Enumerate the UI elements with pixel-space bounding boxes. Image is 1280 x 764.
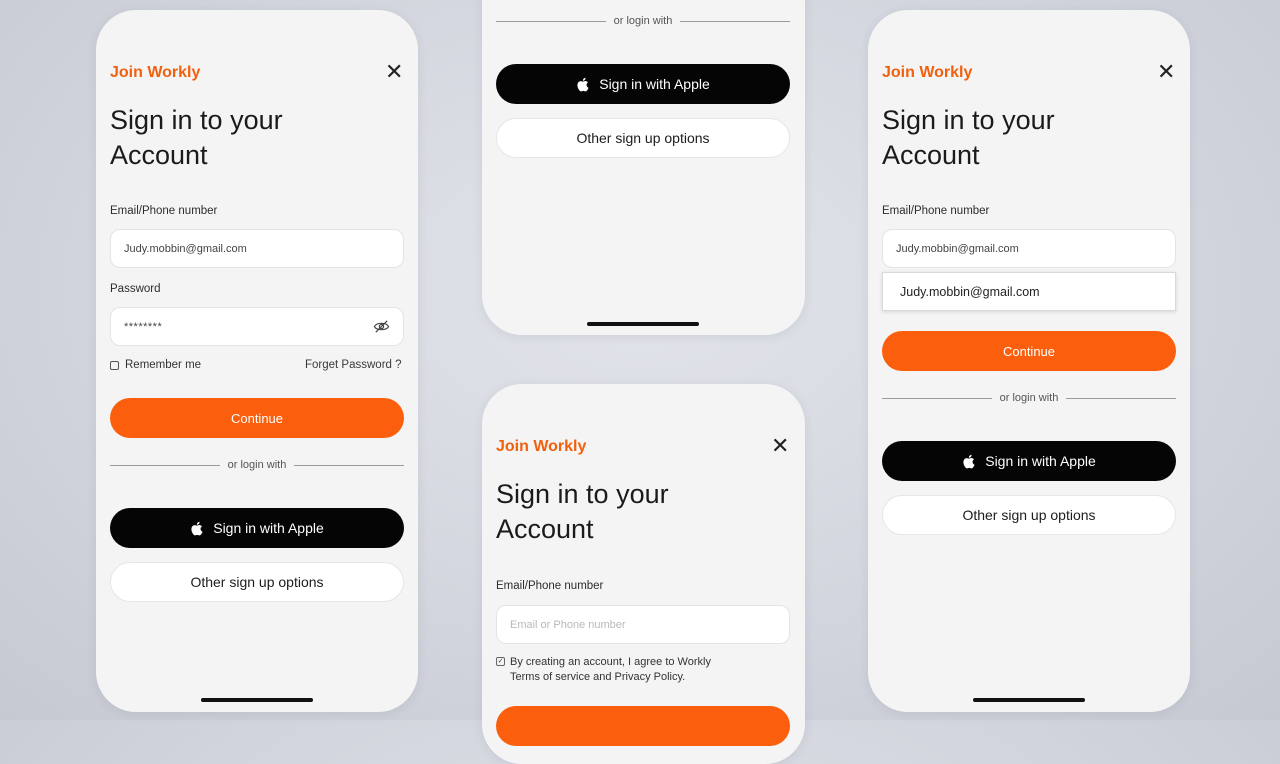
close-icon[interactable]: ✕ (385, 61, 403, 83)
email-suggestion[interactable]: Judy.mobbin@gmail.com (882, 272, 1176, 311)
apple-icon (963, 454, 975, 468)
other-options-button[interactable]: Other sign up options (110, 562, 404, 602)
apple-icon (577, 77, 589, 91)
divider-text: or login with (227, 459, 287, 471)
home-indicator (587, 322, 699, 326)
divider-text: or login with (999, 392, 1059, 404)
remember-label: Remember me (125, 359, 202, 371)
checkbox-icon[interactable] (110, 360, 119, 370)
apple-signin-button[interactable]: Sign in with Apple (110, 508, 404, 548)
screen-login-password: Join Workly ✕ Sign in to your Account Em… (96, 10, 418, 712)
email-value: Judy.mobbin@gmail.com (124, 242, 247, 255)
apple-signin-label: Sign in with Apple (213, 520, 324, 536)
divider: or login with (496, 15, 791, 27)
email-label: Email/Phone number (110, 205, 218, 217)
page-title: Sign in to your Account (110, 105, 283, 170)
eye-off-icon[interactable] (373, 319, 390, 334)
other-options-button[interactable]: Other sign up options (882, 495, 1176, 535)
email-field[interactable]: Judy.mobbin@gmail.com (882, 229, 1176, 268)
close-icon[interactable]: ✕ (771, 435, 789, 457)
home-indicator (201, 698, 313, 702)
divider: or login with (110, 459, 405, 471)
password-value: ******** (124, 320, 163, 333)
screen-social-login: or login with Sign in with Apple Other s… (482, 0, 805, 335)
brand-title: Join Workly (496, 438, 587, 455)
close-icon[interactable]: ✕ (1157, 61, 1175, 83)
email-label: Email/Phone number (496, 580, 604, 592)
email-field[interactable]: Judy.mobbin@gmail.com (110, 229, 404, 268)
page-title: Sign in to your Account (882, 105, 1055, 170)
password-label: Password (110, 283, 161, 295)
divider-text: or login with (613, 15, 673, 27)
brand-title: Join Workly (882, 64, 973, 81)
home-indicator (973, 698, 1085, 702)
screen-login-autofill: Join Workly ✕ Sign in to your Account Em… (868, 10, 1190, 712)
remember-me[interactable]: Remember me (110, 359, 201, 371)
apple-signin-button[interactable]: Sign in with Apple (496, 64, 790, 104)
forgot-password-link[interactable]: Forget Password ? (305, 359, 402, 371)
email-placeholder: Email or Phone number (510, 618, 626, 631)
email-field[interactable]: Email or Phone number (496, 605, 790, 644)
password-field[interactable]: ******** (110, 307, 404, 346)
page-title: Sign in to your Account (496, 479, 669, 544)
checkbox-icon[interactable]: ✓ (496, 657, 505, 666)
divider: or login with (882, 392, 1177, 404)
continue-button[interactable] (496, 706, 790, 746)
other-options-button[interactable]: Other sign up options (496, 118, 790, 158)
suggestion-text: Judy.mobbin@gmail.com (900, 284, 1040, 299)
brand-title: Join Workly (110, 64, 201, 81)
continue-button[interactable]: Continue (110, 398, 404, 438)
screen-login-empty: Join Workly ✕ Sign in to your Account Em… (482, 384, 805, 764)
apple-signin-label: Sign in with Apple (985, 453, 1096, 469)
email-value: Judy.mobbin@gmail.com (896, 242, 1019, 255)
terms-consent[interactable]: ✓ By creating an account, I agree to Wor… (496, 655, 711, 685)
apple-signin-label: Sign in with Apple (599, 76, 710, 92)
email-label: Email/Phone number (882, 205, 990, 217)
continue-button[interactable]: Continue (882, 331, 1176, 371)
apple-icon (191, 521, 203, 535)
apple-signin-button[interactable]: Sign in with Apple (882, 441, 1176, 481)
terms-text: By creating an account, I agree to Workl… (510, 656, 711, 683)
